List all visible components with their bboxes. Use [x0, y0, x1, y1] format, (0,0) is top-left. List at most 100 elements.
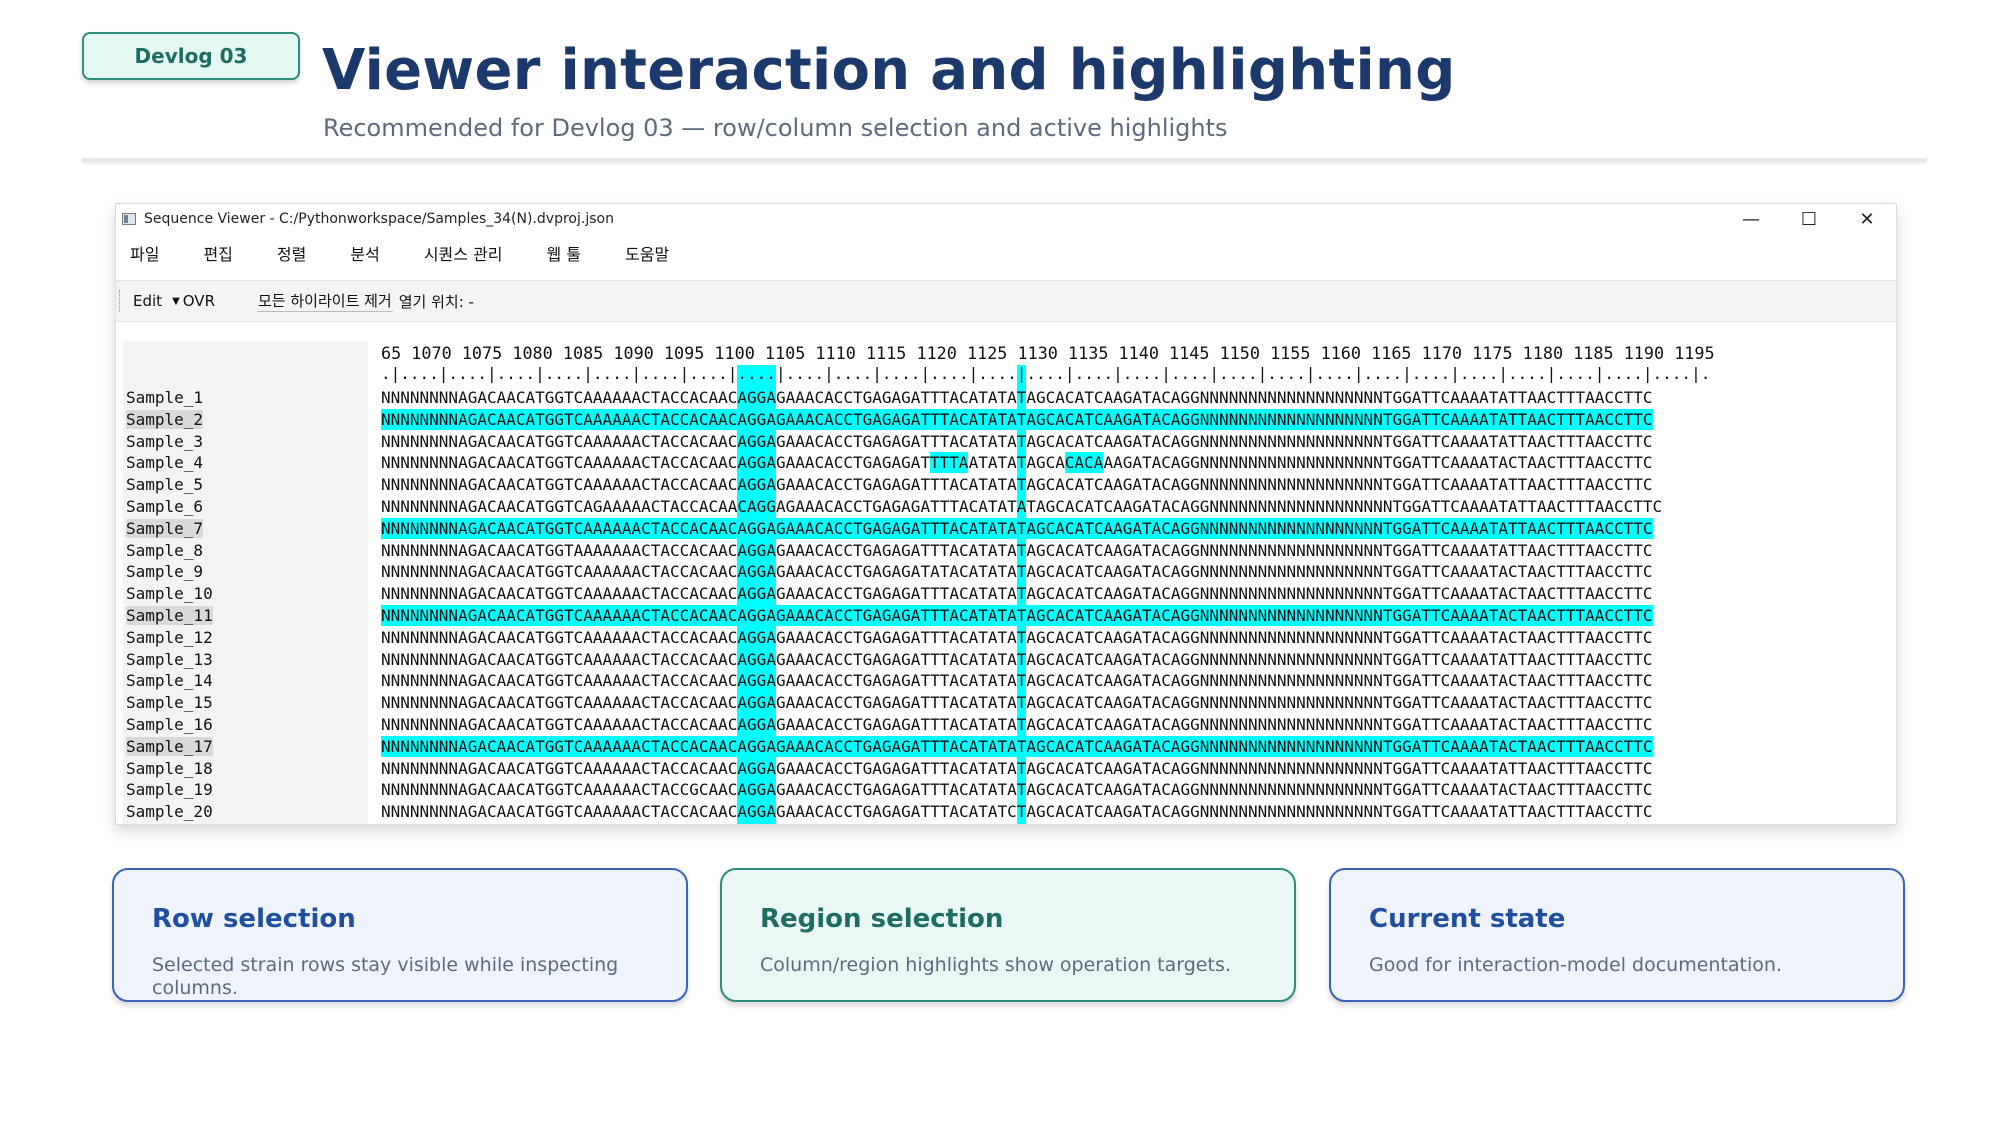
devlog-badge: Devlog 03	[82, 32, 300, 80]
sample-name-row[interactable]: Sample_2	[126, 409, 204, 430]
sequence-panel[interactable]: 65 1070 1075 1080 1085 1090 1095 1100 11…	[381, 341, 1892, 824]
sample-name-label: Sample_7	[126, 518, 204, 538]
sequence-row[interactable]: NNNNNNNNAGACAACATGGTCAAAAAACTACCACAACAGG…	[381, 735, 1653, 757]
ovr-mode-label[interactable]: OVR	[183, 292, 215, 310]
window-title: Sequence Viewer - C:/Pythonworkspace/Sam…	[144, 211, 614, 227]
sequence-row[interactable]: NNNNNNNNAGACAACATGGTCAAAAAACTACCACAACAGG…	[381, 605, 1653, 626]
sequence-row[interactable]: NNNNNNNNAGACAACATGGTCAAAAAACTACCACAACAGG…	[381, 758, 1653, 779]
minimize-icon[interactable]: —	[1722, 204, 1780, 234]
app-icon	[122, 213, 136, 225]
sequence-viewer-window: Sequence Viewer - C:/Pythonworkspace/Sam…	[115, 203, 1897, 825]
maximize-icon[interactable]: ☐	[1780, 204, 1838, 234]
sample-name-row[interactable]: Sample_8	[126, 540, 203, 561]
sample-name-row[interactable]: Sample_12	[126, 627, 213, 648]
menu-sequence-management[interactable]: 시퀀스 관리	[424, 241, 503, 265]
sample-name-label: Sample_15	[126, 693, 213, 713]
sequence-row[interactable]: NNNNNNNNAGACAACATGGTCAAAAAACTACCACAACAGG…	[381, 649, 1653, 670]
chevron-down-icon[interactable]: ▼	[172, 296, 180, 307]
edit-mode-label: Edit	[133, 292, 163, 310]
sample-name-label: Sample_1	[126, 388, 204, 407]
sample-name-row[interactable]: Sample_10	[126, 583, 213, 604]
toolbar: Edit ▼ OVR 모든 하이라이트 제거 열기 위치: -	[116, 280, 1896, 322]
sample-name-label: Sample_8	[126, 540, 204, 560]
sample-name-row[interactable]: Sample_6	[126, 496, 203, 517]
sequence-row[interactable]: NNNNNNNNAGACAACATGGTCAAAAAACTACCACAACAGG…	[381, 561, 1653, 582]
card-title: Row selection	[152, 904, 356, 934]
sequence-row[interactable]: NNNNNNNNAGACAACATGGTCAAAAAACTACCACAACAGG…	[381, 714, 1653, 735]
sample-name-row[interactable]: Sample_15	[126, 692, 213, 713]
sample-name-label: Sample_2	[126, 409, 204, 429]
sample-name-label: Sample_6	[126, 497, 204, 516]
card-region-selection: Region selection Column/region highlight…	[720, 868, 1296, 1002]
sample-name-label: Sample_9	[126, 562, 204, 582]
header-divider	[82, 158, 1927, 162]
clear-highlights-button[interactable]: 모든 하이라이트 제거	[257, 290, 393, 312]
menu-file[interactable]: 파일	[130, 241, 159, 265]
close-icon[interactable]: ✕	[1838, 204, 1896, 234]
position-ruler-numbers: 65 1070 1075 1080 1085 1090 1095 1100 11…	[381, 343, 1715, 363]
menu-analysis[interactable]: 분석	[350, 241, 379, 265]
card-text: Selected strain rows stay visible while …	[152, 954, 619, 999]
sample-name-row[interactable]: Sample_3	[126, 431, 203, 452]
sequence-row[interactable]: NNNNNNNNAGACAACATGGTCAAAAAACTACCACAACAGG…	[381, 670, 1653, 691]
sequence-row[interactable]: NNNNNNNNAGACAACATGGTCAAAAAACTACCACAACAGG…	[381, 452, 1653, 473]
sample-name-label: Sample_5	[126, 475, 204, 495]
sequence-row[interactable]: NNNNNNNNAGACAACATGGTCAAAAAACTACCACAACAGG…	[381, 431, 1653, 452]
menu-bar: 파일 편집 정렬 분석 시퀀스 관리 웹 툴 도움말	[116, 238, 699, 268]
sample-name-label: Sample_17	[126, 736, 213, 756]
sequence-row[interactable]: NNNNNNNNAGACAACATGGTCAAAAAACTACCACAACAGG…	[381, 474, 1653, 495]
sample-name-label: Sample_4	[126, 453, 204, 473]
sample-name-row[interactable]: Sample_1	[126, 387, 203, 408]
card-current-state: Current state Good for interaction-model…	[1329, 868, 1905, 1002]
sample-name-row[interactable]: Sample_14	[126, 670, 213, 691]
window-controls: — ☐ ✕	[1722, 204, 1896, 234]
sequence-row[interactable]: NNNNNNNNAGACAACATGGTCAAAAAACTACCACAACAGG…	[381, 801, 1653, 822]
column-position-label: 열기 위치: -	[398, 292, 474, 311]
sequence-row[interactable]: NNNNNNNNAGACAACATGGTCAAAAAACTACCACAACAGG…	[381, 627, 1653, 648]
menu-edit[interactable]: 편집	[203, 241, 232, 265]
sample-name-label: Sample_14	[126, 671, 213, 691]
sequence-row[interactable]: NNNNNNNNAGACAACATGGTCAAAAAACTACCACAACAGG…	[381, 692, 1653, 713]
sample-name-row[interactable]: Sample_20	[126, 801, 213, 822]
card-row-selection: Row selection Selected strain rows stay …	[112, 868, 688, 1002]
card-title: Current state	[1369, 904, 1566, 934]
page-title: Viewer interaction and highlighting	[322, 38, 1456, 103]
sample-name-row[interactable]: Sample_13	[126, 649, 213, 670]
sample-name-row[interactable]: Sample_7	[126, 518, 204, 539]
card-text: Good for interaction-model documentation…	[1369, 954, 1782, 976]
menu-help[interactable]: 도움말	[625, 241, 669, 265]
sample-name-label: Sample_16	[126, 715, 213, 734]
menu-web-tools[interactable]: 웹 툴	[547, 241, 582, 265]
sample-name-row[interactable]: Sample_5	[126, 474, 203, 495]
sample-name-label: Sample_3	[126, 431, 204, 451]
alignment-viewer: Sample_1 Sample_2 Sample_3 Sample_4 Sample_5…	[116, 331, 1896, 824]
card-text: Column/region highlights show operation …	[760, 954, 1231, 976]
sample-name-label: Sample_19	[126, 780, 213, 800]
menu-align[interactable]: 정렬	[277, 241, 306, 265]
window-titlebar: Sequence Viewer - C:/Pythonworkspace/Sam…	[116, 204, 1896, 234]
sequence-row[interactable]: NNNNNNNNAGACAACATGGTCAAAAAACTACCACAACAGG…	[381, 583, 1653, 604]
card-title: Region selection	[760, 904, 1004, 934]
sample-name-row[interactable]: Sample_11	[126, 605, 213, 626]
sequence-row[interactable]: NNNNNNNNAGACAACATGGTCAAAAAACTACCACAACAGG…	[381, 517, 1653, 539]
sample-name-label: Sample_11	[126, 606, 213, 625]
page-subtitle: Recommended for Devlog 03 — row/column s…	[323, 114, 1228, 142]
sequence-row[interactable]: NNNNNNNNAGACAACATGGTCAAAAAACTACCGCAACAGG…	[381, 779, 1653, 800]
sample-name-label: Sample_18	[126, 758, 213, 778]
sample-name-panel: Sample_1 Sample_2 Sample_3 Sample_4 Sample_5…	[123, 341, 368, 824]
sample-name-row[interactable]: Sample_16	[126, 714, 213, 735]
sequence-row[interactable]: NNNNNNNNAGACAACATGGTCAAAAAACTACCACAACAGG…	[381, 387, 1653, 408]
position-ruler-ticks: .|....|....|....|....|....|....|....|...…	[381, 364, 1711, 383]
sample-name-row[interactable]: Sample_18	[126, 758, 213, 779]
sample-name-label: Sample_10	[126, 584, 213, 604]
sample-name-row[interactable]: Sample_17	[126, 736, 213, 757]
sample-name-row[interactable]: Sample_9	[126, 561, 203, 582]
sequence-row[interactable]: NNNNNNNNAGACAACATGGTAAAAAAACTACCACAACAGG…	[381, 540, 1653, 561]
sample-name-row[interactable]: Sample_4	[126, 452, 203, 473]
toolbar-grip[interactable]	[119, 290, 123, 312]
sequence-row[interactable]: NNNNNNNNAGACAACATGGTCAAAAAACTACCACAACAGG…	[381, 408, 1653, 430]
sample-name-label: Sample_12	[126, 627, 213, 647]
sample-name-row[interactable]: Sample_19	[126, 779, 213, 800]
region-highlight-fragment: CACA	[1064, 452, 1104, 474]
sequence-row[interactable]: NNNNNNNNAGACAACATGGTCAGAAAAACTACCACAACAG…	[381, 496, 1662, 517]
